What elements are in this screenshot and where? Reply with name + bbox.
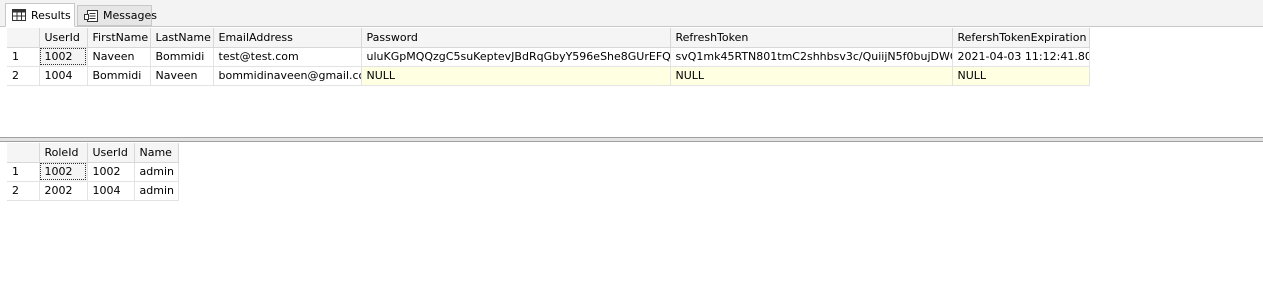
null-cell[interactable]: NULL	[361, 66, 671, 86]
table-cell[interactable]: Bommidi	[87, 66, 151, 86]
result-grid-2: RoleId UserId Name 1 1002 1002 admin 2 2…	[7, 143, 179, 201]
column-header[interactable]: LastName	[150, 28, 214, 48]
table-header-row: RoleId UserId Name	[7, 143, 179, 163]
grid-corner[interactable]	[7, 28, 40, 48]
table-cell[interactable]: admin	[134, 162, 179, 182]
tab-messages-label: Messages	[103, 9, 157, 22]
table-cell[interactable]: 1002	[39, 47, 88, 67]
result-grid-2-pane[interactable]: RoleId UserId Name 1 1002 1002 admin 2 2…	[0, 142, 1263, 299]
table-cell[interactable]: 2002	[39, 181, 88, 201]
table-row: 1 1002 Naveen Bommidi test@test.com uluK…	[7, 47, 1090, 67]
results-tabstrip: Results Messages	[0, 0, 1263, 27]
results-pane: Results Messages UserId FirstName LastNa…	[0, 0, 1263, 299]
table-cell[interactable]: 1002	[39, 162, 88, 182]
table-cell[interactable]: test@test.com	[213, 47, 362, 67]
column-header[interactable]: Password	[361, 28, 671, 48]
table-cell[interactable]: bommidinaveen@gmail.com	[213, 66, 362, 86]
table-cell[interactable]: admin	[134, 181, 179, 201]
tab-results[interactable]: Results	[5, 3, 75, 27]
row-number[interactable]: 1	[7, 162, 40, 182]
column-header[interactable]: UserId	[39, 28, 88, 48]
table-header-row: UserId FirstName LastName EmailAddress P…	[7, 28, 1090, 48]
tab-messages[interactable]: Messages	[77, 5, 157, 26]
column-header[interactable]: FirstName	[87, 28, 151, 48]
table-row: 2 2002 1004 admin	[7, 181, 179, 201]
column-header[interactable]: RoleId	[39, 143, 88, 163]
column-header[interactable]: UserId	[87, 143, 135, 163]
row-number[interactable]: 2	[7, 66, 40, 86]
column-header[interactable]: EmailAddress	[213, 28, 362, 48]
column-header[interactable]: Name	[134, 143, 179, 163]
result-grid-1: UserId FirstName LastName EmailAddress P…	[7, 28, 1090, 86]
messages-icon	[84, 9, 98, 22]
table-cell[interactable]: uluKGpMQQzgC5suKeptevJBdRqGbyY596eShe8GU…	[361, 47, 671, 67]
null-cell[interactable]: NULL	[670, 66, 953, 86]
result-grid-1-pane[interactable]: UserId FirstName LastName EmailAddress P…	[0, 27, 1263, 138]
table-cell[interactable]: svQ1mk45RTN801tmC2shhbsv3c/QuiijN5f0bujD…	[670, 47, 953, 67]
grid-icon	[12, 9, 26, 21]
table-cell[interactable]: Naveen	[87, 47, 151, 67]
tab-results-label: Results	[31, 8, 71, 22]
table-cell[interactable]: Bommidi	[150, 47, 214, 67]
null-cell[interactable]: NULL	[952, 66, 1090, 86]
table-cell[interactable]: 1004	[39, 66, 88, 86]
table-row: 1 1002 1002 admin	[7, 162, 179, 182]
row-number[interactable]: 1	[7, 47, 40, 67]
column-header[interactable]: RefreshToken	[670, 28, 953, 48]
table-cell[interactable]: 2021-04-03 11:12:41.803	[952, 47, 1090, 67]
table-cell[interactable]: 1004	[87, 181, 135, 201]
table-row: 2 1004 Bommidi Naveen bommidinaveen@gmai…	[7, 66, 1090, 86]
table-cell[interactable]: Naveen	[150, 66, 214, 86]
column-header[interactable]: RefershTokenExpiration	[952, 28, 1090, 48]
row-number[interactable]: 2	[7, 181, 40, 201]
grid-corner[interactable]	[7, 143, 40, 163]
table-cell[interactable]: 1002	[87, 162, 135, 182]
